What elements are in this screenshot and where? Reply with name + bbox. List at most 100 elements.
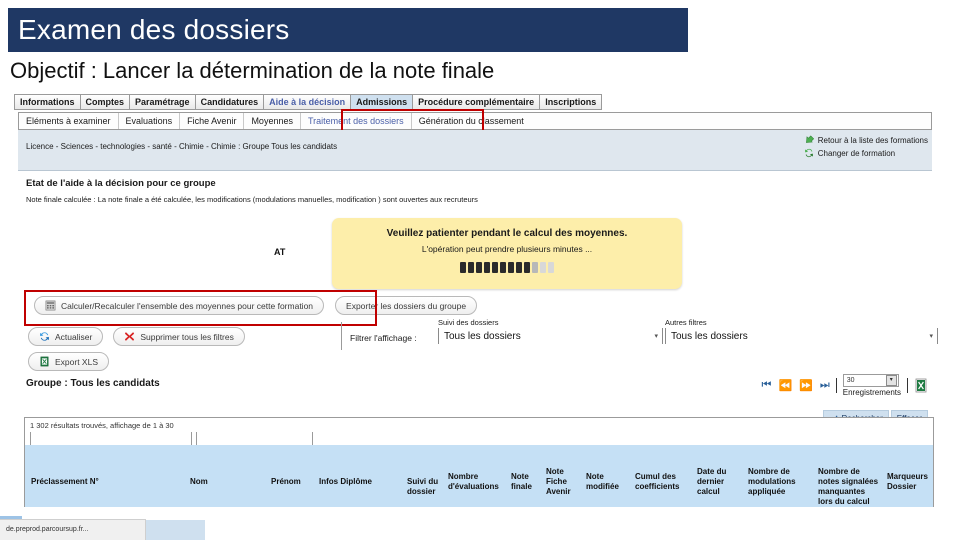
refresh-icon bbox=[804, 148, 813, 158]
first-page-icon[interactable]: ⏮ bbox=[762, 379, 772, 392]
filter-caption: Autres filtres bbox=[665, 318, 707, 327]
tab-label: Paramétrage bbox=[135, 96, 190, 107]
divider bbox=[907, 378, 908, 393]
tab-comptes[interactable]: Comptes bbox=[79, 94, 130, 110]
tab-admissions[interactable]: Admissions bbox=[350, 94, 413, 110]
divider bbox=[835, 378, 837, 393]
subtab-label: Moyennes bbox=[251, 115, 293, 126]
page-nav-buttons: ⏮ ⏪ ⏩ ⏭ bbox=[762, 379, 830, 392]
button-label: Exporter les dossiers du groupe bbox=[346, 300, 467, 311]
suivi-dossiers-select[interactable]: Tous les dossiers ▾ bbox=[438, 328, 663, 344]
column-filter-input[interactable] bbox=[196, 432, 312, 445]
tab-informations[interactable]: Informations bbox=[14, 94, 80, 110]
calculate-recalculate-button[interactable]: Calculer/Recalculer l'ensemble des moyen… bbox=[34, 296, 325, 315]
export-xls-button[interactable]: Export XLS bbox=[28, 352, 109, 371]
last-page-icon[interactable]: ⏭ bbox=[820, 379, 830, 392]
button-label: Calculer/Recalculer l'ensemble des moyen… bbox=[61, 300, 314, 311]
link-label: Changer de formation bbox=[817, 148, 896, 158]
group-title: Groupe : Tous les candidats bbox=[26, 378, 160, 389]
tab-procedure-complementaire[interactable]: Procédure complémentaire bbox=[412, 94, 540, 110]
col-notes-manquantes[interactable]: Nombre de notes signalées manquantes lor… bbox=[818, 467, 880, 507]
link-changer-de-formation[interactable]: Changer de formation bbox=[804, 148, 928, 158]
tab-label: Candidatures bbox=[200, 96, 259, 107]
tab-candidatures[interactable]: Candidatures bbox=[194, 94, 264, 110]
button-label: Supprimer tous les filtres bbox=[140, 331, 234, 342]
back-arrow-icon bbox=[805, 135, 814, 143]
subtab-traitement-des-dossiers[interactable]: Traitement des dossiers bbox=[301, 113, 412, 129]
subtab-elements-a-examiner[interactable]: Eléments à examiner bbox=[19, 113, 119, 129]
col-date-dernier-calcul[interactable]: Date du dernier calcul bbox=[697, 467, 739, 497]
tab-label: Admissions bbox=[356, 96, 408, 107]
progress-indicator bbox=[332, 262, 682, 273]
col-cumul-coefficients[interactable]: Cumul des coefficients bbox=[635, 472, 687, 492]
red-x-icon bbox=[125, 332, 135, 341]
action-button-row: Actualiser Supprimer tous les filtres bbox=[28, 327, 245, 346]
pagination-controls: ⏮ ⏪ ⏩ ⏭ 30 ▾ Enregistrements bbox=[762, 374, 928, 397]
autres-filtres-select[interactable]: Tous les dossiers ▾ bbox=[665, 328, 938, 344]
subtab-label: Traitement des dossiers bbox=[307, 115, 404, 126]
export-xls-row: Export XLS bbox=[28, 352, 109, 371]
col-note-fiche-avenir[interactable]: Note Fiche Avenir bbox=[546, 467, 578, 497]
col-marqueurs-dossier[interactable]: Marqueurs Dossier bbox=[887, 472, 937, 492]
calculator-icon bbox=[45, 300, 56, 311]
application-screenshot: Informations Comptes Paramétrage Candida… bbox=[10, 92, 950, 532]
slide-title: Examen des dossiers bbox=[18, 14, 290, 45]
breadcrumb: Licence - Sciences - technologies - sant… bbox=[26, 142, 338, 151]
excel-icon bbox=[40, 356, 49, 367]
filter-label: Filtrer l'affichage : bbox=[350, 333, 417, 343]
col-nombre-modulations[interactable]: Nombre de modulations appliquée bbox=[748, 467, 810, 497]
subtab-moyennes[interactable]: Moyennes bbox=[244, 113, 301, 129]
refresh-button[interactable]: Actualiser bbox=[28, 327, 104, 346]
filter-divider bbox=[341, 322, 342, 350]
col-infos-diplome[interactable]: Infos Diplôme bbox=[319, 477, 404, 487]
chevron-down-icon: ▾ bbox=[654, 333, 658, 340]
wait-popup: Veuillez patienter pendant le calcul des… bbox=[332, 218, 682, 289]
link-label: Retour à la liste des formations bbox=[817, 135, 928, 145]
tab-inscriptions[interactable]: Inscriptions bbox=[539, 94, 603, 110]
clear-filters-button[interactable]: Supprimer tous les filtres bbox=[113, 327, 245, 346]
slide-title-bar: Examen des dossiers bbox=[8, 8, 688, 52]
col-nom[interactable]: Nom bbox=[190, 477, 230, 487]
subtab-label: Eléments à examiner bbox=[26, 115, 111, 126]
col-nombre-evaluations[interactable]: Nombre d'évaluations bbox=[448, 472, 506, 492]
records-select[interactable]: 30 ▾ bbox=[842, 374, 899, 387]
tab-label: Procédure complémentaire bbox=[418, 96, 535, 107]
results-count: 1 302 résultats trouvés, affichage de 1 … bbox=[30, 421, 174, 430]
select-value: Tous les dossiers bbox=[671, 330, 748, 342]
col-prenom[interactable]: Prénom bbox=[271, 477, 319, 487]
subtab-fiche-avenir[interactable]: Fiche Avenir bbox=[180, 113, 245, 129]
column-filter-input[interactable] bbox=[30, 432, 191, 445]
subtab-generation-du-classement[interactable]: Génération du classement bbox=[412, 113, 531, 129]
col-note-finale[interactable]: Note finale bbox=[511, 472, 541, 492]
secondary-tab-bar: Eléments à examiner Evaluations Fiche Av… bbox=[18, 112, 932, 130]
records-per-page: 30 ▾ Enregistrements bbox=[842, 374, 901, 397]
taskbar-item[interactable]: de.preprod.parcoursup.fr... bbox=[0, 519, 146, 540]
tab-parametrage[interactable]: Paramétrage bbox=[129, 94, 195, 110]
taskbar-accent-right bbox=[145, 520, 205, 540]
excel-export-icon[interactable] bbox=[914, 378, 928, 393]
export-group-button[interactable]: Exporter les dossiers du groupe bbox=[335, 296, 478, 315]
context-bar: Licence - Sciences - technologies - sant… bbox=[18, 130, 932, 171]
button-label: Actualiser bbox=[55, 331, 93, 342]
col-suivi-dossier[interactable]: Suivi du dossier bbox=[407, 477, 441, 497]
col-note-modifiee[interactable]: Note modifiée bbox=[586, 472, 626, 492]
chevron-down-icon: ▾ bbox=[885, 375, 897, 386]
taskbar-label: de.preprod.parcoursup.fr... bbox=[6, 526, 89, 533]
context-links: Retour à la liste des formations Changer… bbox=[804, 135, 928, 161]
col-preclassement[interactable]: Préclassement N° bbox=[31, 477, 141, 487]
chevron-down-icon: ▾ bbox=[929, 333, 933, 340]
subtab-evaluations[interactable]: Evaluations bbox=[119, 113, 181, 129]
slide-subtitle: Objectif : Lancer la détermination de la… bbox=[10, 58, 495, 83]
filter-suivi-dossiers: Suivi des dossiers Tous les dossiers ▾ bbox=[438, 318, 663, 344]
column-filter-input[interactable] bbox=[312, 432, 423, 445]
wait-popup-subtitle: L'opération peut prendre plusieurs minut… bbox=[421, 244, 593, 254]
next-page-icon[interactable]: ⏩ bbox=[799, 379, 813, 392]
results-filter-row: 1 302 résultats trouvés, affichage de 1 … bbox=[24, 417, 934, 447]
tab-aide-a-la-decision[interactable]: Aide à la décision bbox=[263, 94, 351, 110]
state-heading: Etat de l'aide à la décision pour ce gro… bbox=[26, 178, 216, 189]
occluded-text-fragment: AT bbox=[274, 247, 286, 257]
link-retour-liste-formations[interactable]: Retour à la liste des formations bbox=[804, 135, 928, 145]
prev-page-icon[interactable]: ⏪ bbox=[778, 379, 792, 392]
filter-caption: Suivi des dossiers bbox=[438, 318, 499, 327]
records-label: Enregistrements bbox=[842, 388, 901, 397]
